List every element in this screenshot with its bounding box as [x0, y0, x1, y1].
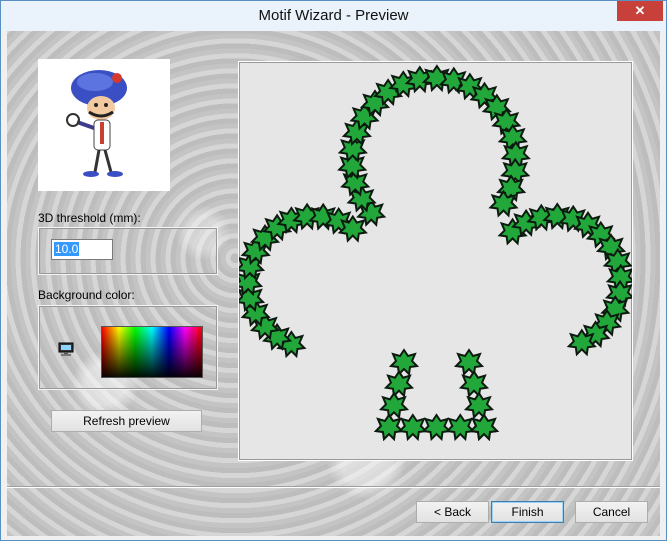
motif-leaf: [500, 157, 531, 186]
motif-leaf: [566, 328, 597, 357]
motif-leaf: [378, 391, 410, 420]
motif-leaf: [388, 348, 420, 377]
wizard-body: 3D threshold (mm): 10.0 Background color…: [7, 31, 660, 536]
close-button[interactable]: ✕: [617, 1, 663, 21]
title-bar: Motif Wizard - Preview ✕: [1, 1, 666, 31]
monitor-icon[interactable]: [58, 341, 74, 357]
background-color-label: Background color:: [38, 288, 135, 302]
motif-preview-canvas: [238, 61, 633, 461]
threshold-label: 3D threshold (mm):: [38, 211, 141, 225]
color-spectrum-picker[interactable]: [101, 326, 203, 378]
threshold-value: 10.0: [54, 242, 80, 256]
motif-wizard-window: Motif Wizard - Preview ✕ 3D threshold (m…: [0, 0, 667, 541]
club-motif-preview: [239, 64, 632, 442]
motif-leaf: [421, 413, 452, 442]
motif-leaf: [373, 413, 405, 442]
motif-leaf: [468, 413, 500, 442]
cartoon-character-image: [66, 70, 127, 177]
motif-leaf: [458, 369, 490, 398]
motif-leaf: [463, 391, 495, 420]
motif-leaf: [383, 369, 415, 398]
back-button[interactable]: < Back: [416, 501, 489, 523]
motif-leaf: [445, 413, 476, 442]
cancel-button[interactable]: Cancel: [575, 501, 648, 523]
motif-leaf: [337, 214, 368, 243]
button-separator: [7, 486, 660, 488]
motif-leaf: [397, 413, 428, 442]
motif-thumbnail: [38, 59, 170, 191]
window-title: Motif Wizard - Preview: [258, 7, 409, 24]
motif-leaf: [488, 189, 519, 218]
refresh-preview-button[interactable]: Refresh preview: [51, 410, 202, 432]
motif-leaf: [453, 348, 485, 377]
finish-button[interactable]: Finish: [491, 501, 564, 523]
threshold-input[interactable]: 10.0: [51, 239, 113, 260]
